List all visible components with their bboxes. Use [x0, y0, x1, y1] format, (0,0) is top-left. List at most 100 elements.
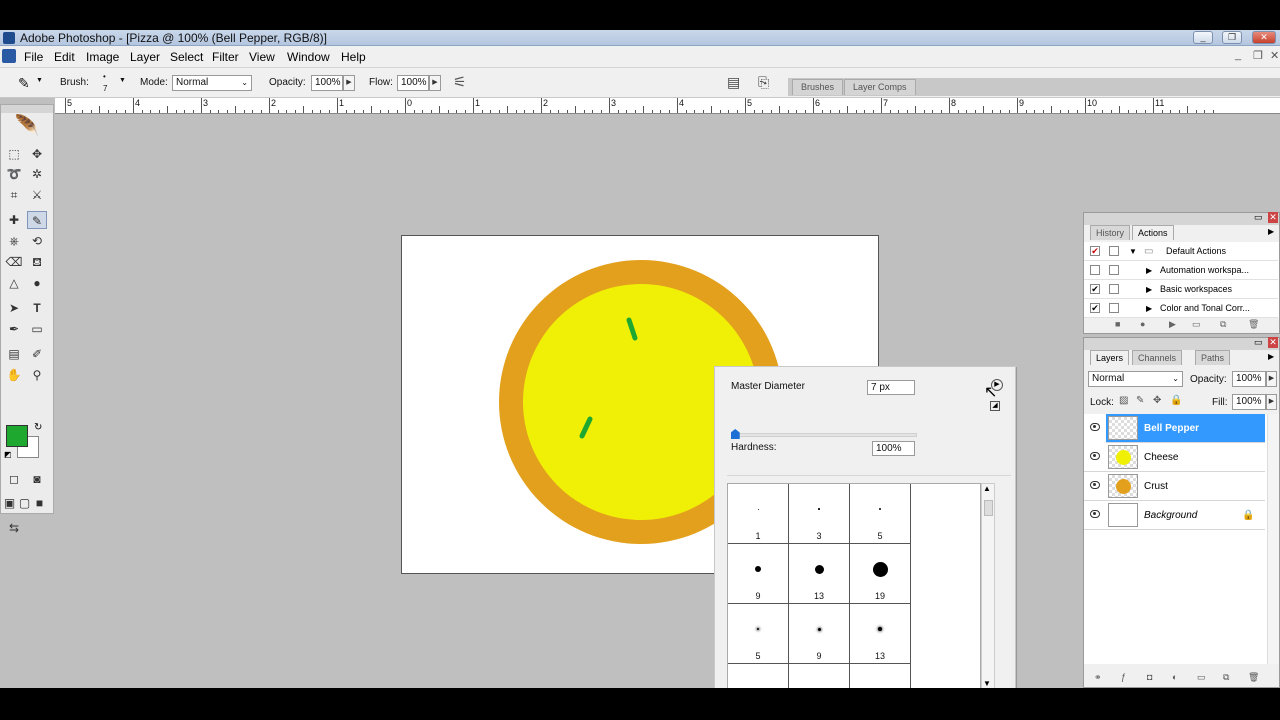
scroll-down-icon[interactable]: ▼: [983, 679, 991, 688]
brush-preset-cell[interactable]: [728, 664, 789, 688]
action-dialog-checkbox[interactable]: [1109, 246, 1119, 256]
lock-move-icon[interactable]: ✥: [1153, 395, 1161, 406]
resize-grip-icon[interactable]: ◢: [990, 401, 1000, 411]
expand-chevron-right-icon[interactable]: ▶: [1146, 280, 1152, 299]
brush-preset-cell[interactable]: 13: [850, 604, 911, 664]
close-button[interactable]: ✕: [1252, 31, 1276, 44]
doc-close-button[interactable]: ✕: [1270, 49, 1279, 62]
lock-paint-icon[interactable]: ✎: [1136, 395, 1144, 406]
master-diameter-field[interactable]: 7 px: [867, 380, 915, 395]
new-group-icon[interactable]: ▭: [1197, 672, 1206, 683]
layer-row[interactable]: Crust: [1084, 472, 1265, 501]
notes-tool-icon[interactable]: ▤: [4, 345, 24, 363]
eyedropper-tool-icon[interactable]: ✐: [27, 345, 47, 363]
opacity-field[interactable]: 100%: [311, 75, 343, 91]
paint-bucket-tool-icon[interactable]: ⛾: [27, 253, 47, 271]
zoom-tool-icon[interactable]: ⚲: [27, 366, 47, 384]
brush-preset-cell[interactable]: 9: [789, 604, 850, 664]
action-row[interactable]: ✔ ▶ Basic workspaces: [1084, 280, 1278, 299]
layer-style-icon[interactable]: ƒ: [1121, 672, 1126, 682]
hardness-field[interactable]: 100%: [872, 441, 915, 456]
lock-transparent-icon[interactable]: ▨: [1119, 395, 1128, 406]
blur-tool-icon[interactable]: △: [4, 274, 24, 292]
clone-stamp-tool-icon[interactable]: ⎈: [4, 232, 24, 250]
action-row[interactable]: ▶ Automation workspa...: [1084, 261, 1278, 280]
fill-arrow-button[interactable]: ▶: [1266, 394, 1277, 410]
layer-visibility-eye-icon[interactable]: [1090, 423, 1100, 431]
action-toggle-checkbox[interactable]: ✔: [1090, 246, 1100, 256]
layer-row[interactable]: Background 🔒: [1084, 501, 1265, 530]
rectangle-tool-icon[interactable]: ▭: [27, 320, 47, 338]
palette-icon[interactable]: ▤: [727, 74, 740, 91]
layer-visibility-eye-icon[interactable]: [1090, 510, 1100, 518]
history-brush-tool-icon[interactable]: ⟲: [27, 232, 47, 250]
tab-actions[interactable]: Actions: [1132, 225, 1174, 240]
restore-button[interactable]: ❐: [1222, 31, 1242, 44]
marquee-tool-icon[interactable]: ⬚: [4, 145, 24, 163]
link-layers-icon[interactable]: ⚭: [1094, 672, 1102, 683]
panel-close-icon[interactable]: ✕: [1268, 212, 1278, 223]
eraser-tool-icon[interactable]: ⌫: [4, 253, 24, 271]
layer-visibility-eye-icon[interactable]: [1090, 452, 1100, 460]
panel-menu-icon[interactable]: ▶: [1268, 352, 1274, 361]
master-diameter-slider[interactable]: [731, 433, 917, 437]
scroll-up-icon[interactable]: ▲: [983, 484, 991, 493]
dodge-tool-icon[interactable]: ●: [27, 274, 47, 292]
doc-restore-button[interactable]: ❐: [1253, 49, 1263, 62]
menu-layer[interactable]: Layer: [130, 50, 160, 64]
healing-brush-tool-icon[interactable]: ✚: [4, 211, 24, 229]
tab-paths[interactable]: Paths: [1195, 350, 1231, 365]
layer-opacity-field[interactable]: 100%: [1232, 371, 1266, 387]
menu-window[interactable]: Window: [287, 50, 330, 64]
crop-tool-icon[interactable]: ⌗: [4, 186, 24, 204]
type-tool-icon[interactable]: T: [27, 299, 47, 317]
brush-preset-cell[interactable]: 9: [728, 544, 789, 604]
new-layer-icon[interactable]: ⧉: [1223, 672, 1229, 683]
menu-help[interactable]: Help: [341, 50, 366, 64]
fill-field[interactable]: 100%: [1232, 394, 1266, 410]
new-set-icon[interactable]: ▭: [1192, 319, 1201, 330]
lock-all-icon[interactable]: 🔒: [1170, 395, 1182, 406]
layer-mask-icon[interactable]: ◘: [1147, 672, 1152, 682]
opacity-arrow-button[interactable]: ▶: [343, 75, 355, 91]
minimize-button[interactable]: _: [1193, 31, 1213, 44]
expand-chevron-down-icon[interactable]: ▼: [1129, 242, 1137, 261]
magic-wand-tool-icon[interactable]: ✲: [27, 165, 47, 183]
menu-file[interactable]: File: [24, 50, 43, 64]
move-tool-icon[interactable]: ✥: [27, 145, 47, 163]
expand-chevron-right-icon[interactable]: ▶: [1146, 261, 1152, 280]
brush-preset-cell[interactable]: 5: [728, 604, 789, 664]
flow-field[interactable]: 100%: [397, 75, 429, 91]
file-browser-icon[interactable]: ⎘: [758, 74, 769, 91]
hand-tool-icon[interactable]: ✋: [4, 366, 24, 384]
tool-preset-chevron-icon[interactable]: ▼: [36, 77, 43, 84]
menu-image[interactable]: Image: [86, 50, 119, 64]
delete-layer-icon[interactable]: 🗑: [1248, 672, 1259, 683]
master-diameter-slider-thumb[interactable]: [730, 429, 740, 439]
blend-mode-select[interactable]: Normal ⌄: [1088, 371, 1183, 387]
tab-layers[interactable]: Layers: [1090, 350, 1130, 365]
menu-select[interactable]: Select: [170, 50, 203, 64]
action-dialog-checkbox[interactable]: [1109, 303, 1119, 313]
panel-minimize-icon[interactable]: ▭: [1254, 337, 1263, 348]
lasso-tool-icon[interactable]: ➰: [4, 165, 24, 183]
screen-mode-standard-icon[interactable]: ▣: [2, 494, 17, 512]
panel-menu-icon[interactable]: ▶: [1268, 227, 1274, 236]
layer-row[interactable]: Bell Pepper: [1090, 414, 1265, 443]
action-dialog-checkbox[interactable]: [1109, 284, 1119, 294]
standard-mode-icon[interactable]: ◻: [4, 470, 24, 488]
foreground-color-swatch[interactable]: [6, 425, 28, 447]
action-toggle-checkbox[interactable]: ✔: [1090, 284, 1100, 294]
panel-minimize-icon[interactable]: ▭: [1254, 212, 1263, 223]
default-colors-icon[interactable]: ◩: [4, 450, 12, 459]
quick-mask-mode-icon[interactable]: ◙: [27, 470, 47, 488]
screen-mode-full-menu-icon[interactable]: ▢: [17, 494, 32, 512]
brush-preset-cell[interactable]: 1: [728, 484, 789, 544]
tab-brushes[interactable]: Brushes: [792, 79, 844, 95]
panel-close-icon[interactable]: ✕: [1268, 337, 1278, 348]
record-icon[interactable]: ●: [1140, 319, 1145, 329]
screen-mode-full-icon[interactable]: ■: [32, 494, 47, 512]
stop-icon[interactable]: ■: [1115, 319, 1120, 329]
path-selection-tool-icon[interactable]: ➤: [4, 299, 24, 317]
brush-preset-cell[interactable]: 5: [850, 484, 911, 544]
